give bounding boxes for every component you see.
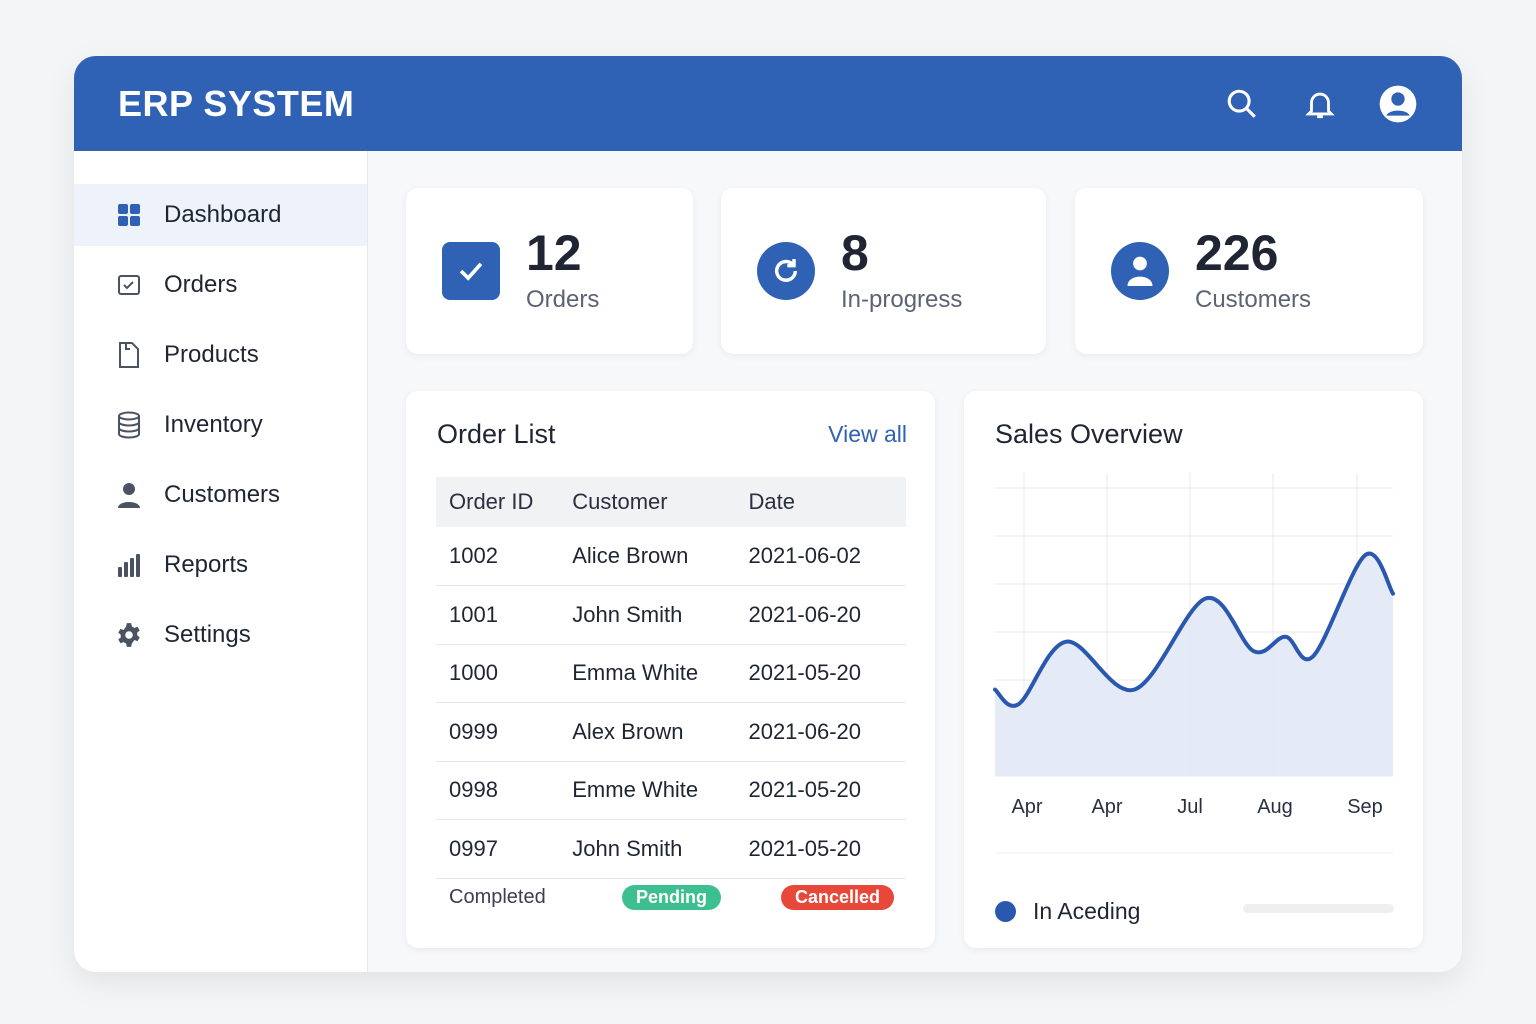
- sidebar-item-orders[interactable]: Orders: [74, 254, 367, 316]
- stat-value: 12: [526, 225, 582, 281]
- chart-legend: In Aceding: [995, 898, 1140, 925]
- sidebar-item-label: Customers: [164, 481, 281, 508]
- sidebar-item-reports[interactable]: Reports: [74, 534, 367, 596]
- sidebar-item-label: Inventory: [164, 411, 263, 438]
- table-cell: Emme White: [572, 761, 749, 820]
- stat-label: In-progress: [841, 286, 963, 313]
- table-cell: John Smith: [572, 819, 749, 879]
- x-tick-label: Sep: [1347, 796, 1383, 818]
- status-badge-cancelled: Cancelled: [781, 885, 895, 910]
- table-cell: 1001: [436, 585, 573, 645]
- table-cell: 1002: [436, 527, 573, 586]
- table-cell: John Smith: [572, 585, 749, 645]
- table-cell: 2021-05-20: [748, 644, 906, 703]
- person-icon: [116, 482, 142, 508]
- table-row[interactable]: 1002 Alice Brown 2021-06-02: [436, 527, 906, 586]
- stat-label: Orders: [526, 286, 600, 313]
- table-cell: 2021-05-20: [748, 819, 906, 879]
- table-row[interactable]: 0997 John Smith 2021-05-20: [436, 819, 906, 879]
- column-header[interactable]: Date: [748, 477, 906, 527]
- legend-bar: [1243, 904, 1394, 913]
- top-bar: ERP SYSTEM: [74, 56, 1462, 151]
- x-tick-label: Apr: [1091, 796, 1122, 818]
- table-cell: 0998: [436, 761, 573, 820]
- erp-window: ERP SYSTEM Dashboard Orders Products Inv…: [74, 56, 1462, 972]
- order-list-title: Order List: [437, 419, 556, 449]
- sidebar-item-inventory[interactable]: Inventory: [74, 394, 367, 456]
- sidebar-item-label: Dashboard: [164, 201, 282, 228]
- column-header[interactable]: Customer: [572, 477, 749, 527]
- checkbox-icon: [116, 272, 142, 298]
- grid-icon: [116, 202, 142, 228]
- sidebar-item-label: Reports: [164, 551, 249, 578]
- x-tick-label: Aug: [1257, 796, 1293, 818]
- user-icon: [1111, 242, 1169, 300]
- sidebar: Dashboard Orders Products Inventory Cust…: [74, 151, 368, 972]
- table-cell: Alex Brown: [572, 702, 749, 762]
- app-title: ERP SYSTEM: [118, 82, 355, 124]
- sidebar-item-label: Settings: [164, 621, 251, 648]
- sales-overview-card: Sales Overview Apr Apr Jul Aug Sep In Acedin…: [964, 391, 1423, 948]
- stat-card-orders: 12 Orders: [406, 188, 693, 354]
- check-icon: [442, 242, 500, 300]
- x-tick-label: Apr: [1011, 796, 1042, 818]
- table-cell: 2021-06-20: [748, 585, 906, 645]
- legend-dot-icon: [995, 901, 1016, 922]
- refresh-icon: [757, 242, 815, 300]
- database-icon: [116, 411, 142, 439]
- order-list-card: Order List View all Order ID Customer Date…: [406, 391, 935, 948]
- table-cell: 1000: [436, 644, 573, 703]
- column-header[interactable]: Order ID: [436, 477, 573, 527]
- gear-icon: [116, 622, 142, 648]
- orders-table: Order ID Customer Date 1002 Alice Brown 2021…: [436, 477, 906, 879]
- chart-area-fill: [995, 553, 1393, 776]
- sidebar-item-label: Orders: [164, 271, 238, 298]
- table-row[interactable]: 0999 Alex Brown 2021-06-20: [436, 702, 906, 762]
- bell-icon[interactable]: [1300, 84, 1340, 124]
- table-cell: 2021-06-20: [748, 702, 906, 762]
- table-cell: Alice Brown: [572, 527, 749, 586]
- status-badge-pending: Pending: [622, 885, 721, 910]
- table-cell: Emma White: [572, 644, 749, 703]
- table-cell: 0999: [436, 702, 573, 762]
- sidebar-item-products[interactable]: Products: [74, 324, 367, 386]
- stat-card-in-progress: 8 In-progress: [721, 188, 1046, 354]
- status-completed: Completed: [449, 886, 546, 908]
- sidebar-item-dashboard[interactable]: Dashboard: [74, 184, 367, 246]
- stat-value: 226: [1195, 225, 1279, 281]
- sales-chart: Apr Apr Jul Aug Sep: [993, 473, 1395, 854]
- table-row[interactable]: 1001 John Smith 2021-06-20: [436, 585, 906, 645]
- table-cell: 0997: [436, 819, 573, 879]
- sidebar-item-customers[interactable]: Customers: [74, 464, 367, 526]
- table-cell: 2021-05-20: [748, 761, 906, 820]
- sidebar-item-settings[interactable]: Settings: [74, 604, 367, 666]
- table-cell: 2021-06-02: [748, 527, 906, 586]
- status-row: Completed Pending Cancelled: [449, 885, 899, 910]
- user-avatar-icon[interactable]: [1378, 84, 1418, 124]
- table-row[interactable]: 0998 Emme White 2021-05-20: [436, 761, 906, 820]
- bar-chart-icon: [116, 552, 142, 578]
- document-icon: [116, 342, 142, 368]
- stat-label: Customers: [1195, 286, 1312, 313]
- sidebar-item-label: Products: [164, 341, 259, 368]
- search-icon[interactable]: [1222, 84, 1262, 124]
- stat-value: 8: [841, 225, 869, 281]
- x-tick-label: Jul: [1177, 796, 1203, 818]
- stat-card-customers: 226 Customers: [1075, 188, 1423, 354]
- view-all-link[interactable]: View all: [828, 421, 907, 448]
- legend-label: In Aceding: [1033, 898, 1141, 924]
- table-row[interactable]: 1000 Emma White 2021-05-20: [436, 644, 906, 703]
